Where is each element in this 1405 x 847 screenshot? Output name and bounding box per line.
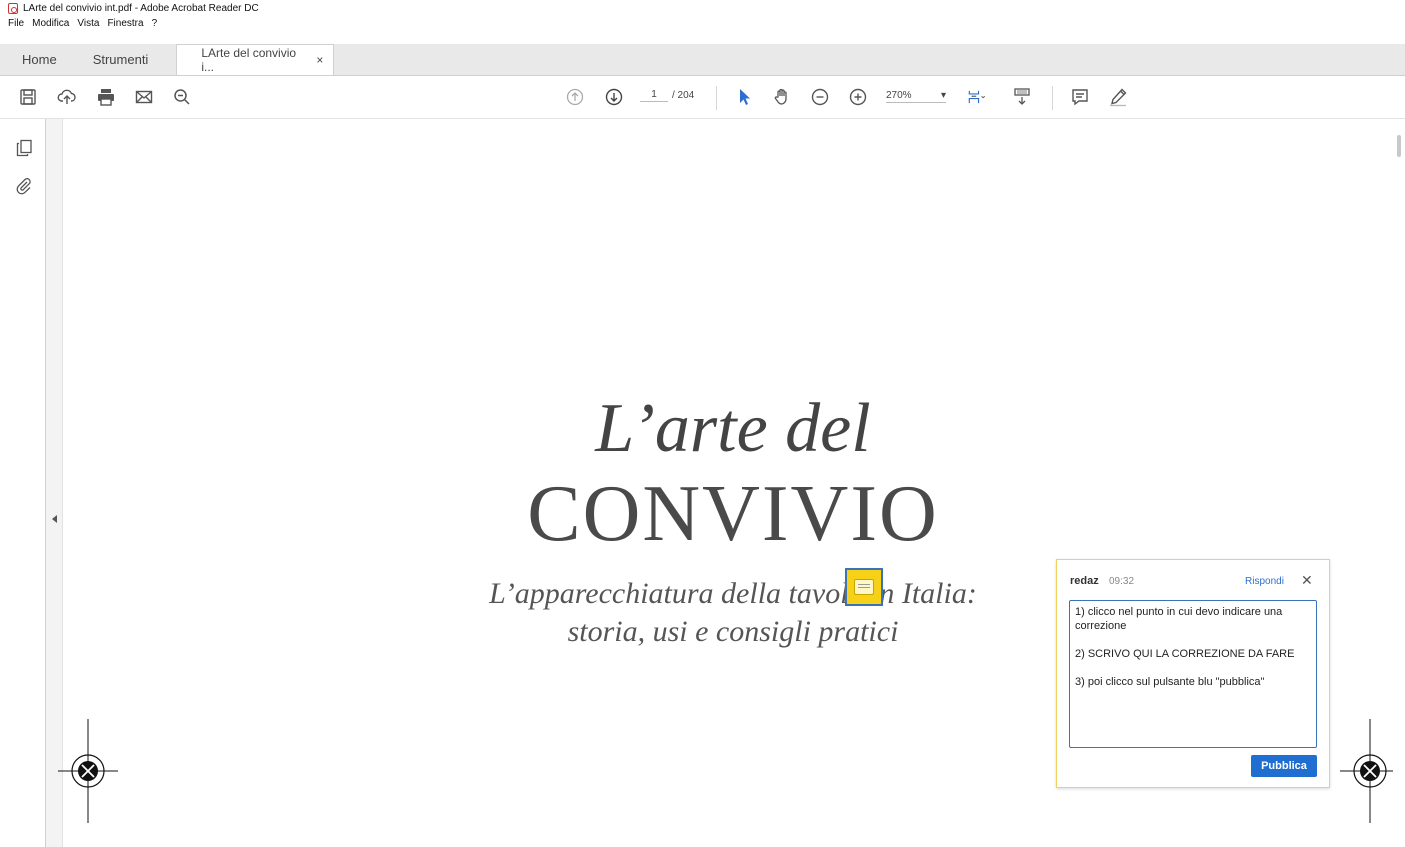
pages-icon[interactable]	[15, 139, 33, 157]
comment-textarea[interactable]: 1) clicco nel punto in cui devo indicare…	[1069, 600, 1317, 748]
page-indicator: 1 / 204	[640, 89, 694, 102]
select-arrow-icon[interactable]	[734, 87, 754, 107]
publish-button[interactable]: Pubblica	[1251, 755, 1317, 777]
document-title-line1: L’arte del	[595, 390, 871, 467]
menu-help[interactable]: ?	[152, 18, 158, 29]
comment-author: redaz	[1070, 575, 1099, 587]
print-icon[interactable]	[96, 87, 116, 107]
zoom-value: 270%	[886, 90, 912, 101]
vertical-scrollbar[interactable]	[1393, 119, 1405, 847]
tab-document[interactable]: LArte del convivio i... ×	[176, 44, 335, 75]
tab-document-label: LArte del convivio i...	[201, 46, 297, 74]
scrollbar-thumb[interactable]	[1397, 135, 1401, 157]
menu-modifica[interactable]: Modifica	[32, 18, 69, 29]
note-glyph	[854, 579, 874, 595]
comment-timestamp: 09:32	[1109, 576, 1135, 587]
scroll-mode-icon[interactable]	[1012, 87, 1032, 107]
menu-vista[interactable]: Vista	[77, 18, 99, 29]
menu-file[interactable]: File	[8, 18, 24, 29]
zoom-in-icon[interactable]	[848, 87, 868, 107]
toolbar-divider	[716, 86, 717, 110]
close-icon[interactable]: ✕	[1301, 572, 1313, 589]
cloud-upload-icon[interactable]	[57, 87, 77, 107]
tab-home[interactable]: Home	[0, 44, 75, 75]
page-total: / 204	[672, 90, 695, 101]
menu-bar: File Modifica Vista Finestra ?	[0, 16, 165, 30]
reply-link[interactable]: Rispondi	[1245, 576, 1284, 587]
comment-icon[interactable]	[1070, 87, 1090, 107]
tab-bar: Home Strumenti LArte del convivio i... ×	[0, 44, 1405, 76]
toolbar: 1 / 204 270% ▾	[0, 77, 1405, 119]
toolbar-divider	[1052, 86, 1053, 110]
chevron-down-icon: ▾	[940, 90, 946, 101]
title-bar: LArte del convivio int.pdf - Adobe Acrob…	[0, 0, 1405, 16]
hand-icon[interactable]	[772, 87, 792, 107]
chevron-left-icon	[52, 515, 57, 523]
attachment-icon[interactable]	[15, 177, 33, 195]
registration-mark-icon	[1340, 719, 1400, 823]
window-title: LArte del convivio int.pdf - Adobe Acrob…	[23, 2, 259, 14]
email-icon[interactable]	[134, 87, 154, 107]
zoom-select[interactable]: 270% ▾	[886, 90, 946, 103]
comment-popup: redaz 09:32 Rispondi ✕ 1) clicco nel pun…	[1056, 559, 1330, 788]
menu-finestra[interactable]: Finestra	[107, 18, 143, 29]
page-number-input[interactable]: 1	[640, 89, 668, 102]
document-title-line2: CONVIVIO	[527, 470, 939, 558]
zoom-out-icon[interactable]	[810, 87, 830, 107]
tab-close-icon[interactable]: ×	[316, 53, 323, 67]
save-icon[interactable]	[18, 87, 38, 107]
left-navigation-pane	[0, 119, 46, 847]
page-down-icon[interactable]	[604, 87, 624, 107]
acrobat-pdf-icon	[8, 2, 18, 14]
registration-mark-icon	[58, 719, 118, 823]
search-icon[interactable]	[172, 87, 192, 107]
tab-tools[interactable]: Strumenti	[75, 44, 167, 75]
fit-page-icon[interactable]	[964, 87, 990, 107]
sticky-note-icon[interactable]	[845, 568, 883, 606]
highlight-pen-icon[interactable]	[1108, 87, 1128, 107]
page-up-icon[interactable]	[565, 87, 585, 107]
